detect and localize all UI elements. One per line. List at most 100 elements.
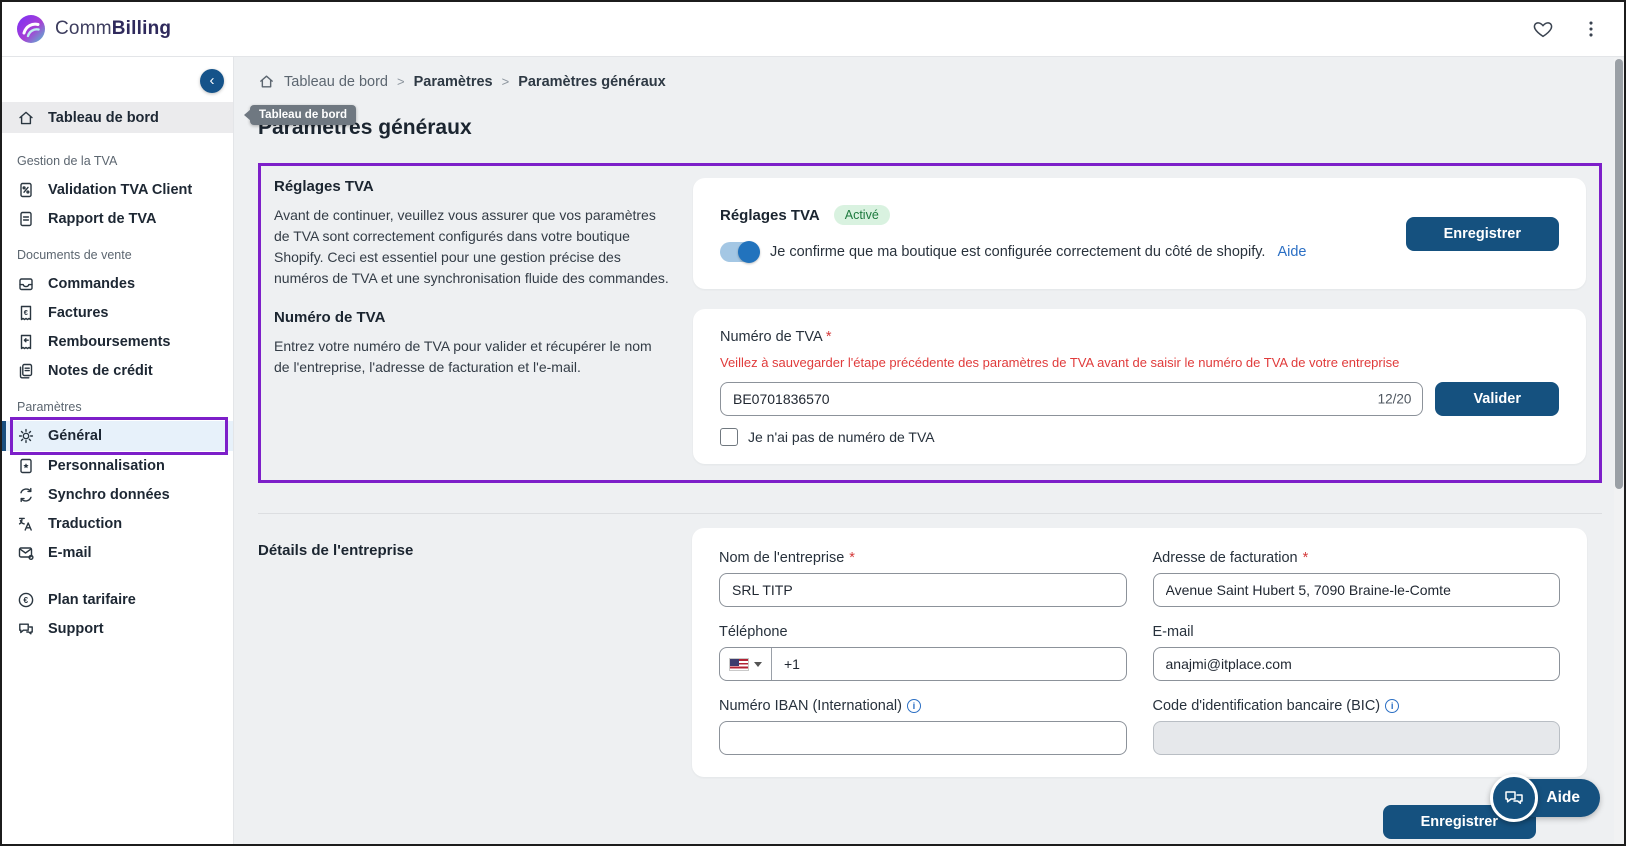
sidebar-item-label: Tableau de bord — [48, 110, 159, 126]
no-vat-label: Je n'ai pas de numéro de TVA — [748, 429, 935, 445]
reglages-tva-description-block: Réglages TVA Avant de continuer, veuille… — [274, 178, 669, 289]
iban-input[interactable] — [719, 721, 1127, 755]
vertical-scrollbar[interactable] — [1614, 58, 1624, 844]
sidebar-item-general[interactable]: Général — [2, 421, 233, 451]
breadcrumb-home-icon[interactable] — [258, 73, 275, 90]
invoice-euro-icon: € — [17, 304, 35, 322]
vat-validation-icon — [17, 181, 35, 199]
bic-input — [1153, 721, 1561, 755]
sidebar-item-dashboard[interactable]: Tableau de bord — [2, 102, 233, 133]
sidebar-section-title: Gestion de la TVA — [2, 139, 233, 175]
sidebar-section-title: Paramètres — [2, 385, 233, 421]
brand-name: CommBilling — [55, 18, 171, 40]
shopify-confirm-toggle[interactable] — [720, 242, 758, 262]
kebab-menu-icon[interactable] — [1580, 18, 1602, 40]
breadcrumb-separator: > — [397, 74, 405, 89]
scrollbar-thumb[interactable] — [1615, 59, 1623, 489]
shopify-help-link[interactable]: Aide — [1277, 244, 1306, 260]
sidebar-item-label: E-mail — [48, 545, 92, 561]
company-details-card: Nom de l'entreprise* Adresse de facturat… — [692, 528, 1587, 777]
sidebar-item-factures[interactable]: € Factures — [2, 298, 233, 327]
status-badge: Activé — [834, 205, 890, 225]
support-chat-icon — [17, 620, 35, 638]
save-tva-settings-button[interactable]: Enregistrer — [1406, 217, 1559, 251]
tva-annotation-box: Réglages TVA Avant de continuer, veuille… — [258, 163, 1602, 483]
required-mark: * — [826, 329, 832, 345]
chevron-left-icon: ‹ — [210, 72, 215, 89]
translate-icon — [17, 515, 35, 533]
bic-label: Code d'identification bancaire (BIC) — [1153, 698, 1561, 714]
sidebar-item-label: Validation TVA Client — [48, 182, 192, 198]
iban-info-icon[interactable] — [907, 699, 921, 713]
required-mark: * — [849, 550, 855, 566]
breadcrumb-separator: > — [502, 74, 510, 89]
orders-inbox-icon — [17, 275, 35, 293]
sidebar-item-remboursements[interactable]: Remboursements — [2, 327, 233, 356]
sidebar-section-title: Documents de vente — [2, 233, 233, 269]
sidebar-item-label: Rapport de TVA — [48, 211, 156, 227]
sidebar-item-validation-tva-client[interactable]: Validation TVA Client — [2, 175, 233, 204]
numero-tva-heading: Numéro de TVA — [274, 309, 669, 326]
phone-label: Téléphone — [719, 624, 1127, 640]
toggle-knob — [738, 241, 760, 263]
reglages-card-title: Réglages TVA — [720, 207, 820, 224]
numero-tva-card: Numéro de TVA * Veillez à sauvegarder l'… — [693, 309, 1586, 464]
chat-bubbles-icon — [1502, 786, 1526, 810]
sidebar-item-label: Support — [48, 621, 104, 637]
commbilling-logo-icon — [16, 14, 46, 44]
shopify-confirm-label: Je confirme que ma boutique est configur… — [770, 244, 1265, 260]
vat-number-input[interactable] — [720, 382, 1423, 416]
topbar: CommBilling — [2, 2, 1624, 57]
phone-input[interactable] — [772, 656, 1126, 672]
bic-info-icon[interactable] — [1385, 699, 1399, 713]
sidebar-item-notes-de-credit[interactable]: Notes de crédit — [2, 356, 233, 385]
vat-number-label: Numéro de TVA * — [720, 329, 1559, 345]
sidebar-tooltip: Tableau de bord — [250, 105, 356, 125]
vat-warning-text: Veillez à sauvegarder l'étape précédente… — [720, 355, 1559, 370]
svg-text:€: € — [24, 307, 29, 316]
company-name-label: Nom de l'entreprise* — [719, 550, 1127, 566]
breadcrumb: Tableau de bord > Paramètres > Paramètre… — [258, 73, 1612, 90]
reglages-tva-heading: Réglages TVA — [274, 178, 669, 195]
breadcrumb-current-page: Paramètres généraux — [518, 74, 666, 90]
us-flag-icon — [729, 658, 749, 671]
caret-down-icon — [754, 662, 762, 667]
company-details-section: Détails de l'entreprise Nom de l'entrepr… — [258, 528, 1612, 839]
sync-icon — [17, 486, 35, 504]
sidebar-item-traduction[interactable]: Traduction — [2, 509, 233, 538]
sidebar-item-personnalisation[interactable]: Personnalisation — [2, 451, 233, 480]
brand: CommBilling — [16, 14, 171, 44]
sidebar-item-email[interactable]: E-mail — [2, 538, 233, 567]
email-input[interactable] — [1153, 647, 1561, 681]
sidebar-item-rapport-tva[interactable]: Rapport de TVA — [2, 204, 233, 233]
billing-address-input[interactable] — [1153, 573, 1561, 607]
country-select[interactable] — [720, 648, 772, 680]
section-divider — [258, 513, 1602, 514]
phone-input-group — [719, 647, 1127, 681]
sidebar-item-label: Traduction — [48, 516, 122, 532]
validate-vat-button[interactable]: Valider — [1435, 382, 1559, 416]
no-vat-checkbox-row[interactable]: Je n'ai pas de numéro de TVA — [720, 428, 1559, 446]
company-details-heading: Détails de l'entreprise — [258, 528, 668, 839]
numero-tva-description: Entrez votre numéro de TVA pour valider … — [274, 336, 669, 378]
sidebar-item-synchro-donnees[interactable]: Synchro données — [2, 480, 233, 509]
favorite-heart-icon[interactable] — [1532, 18, 1554, 40]
email-label: E-mail — [1153, 624, 1561, 640]
credit-notes-icon — [17, 362, 35, 380]
sidebar-item-commandes[interactable]: Commandes — [2, 269, 233, 298]
company-name-input[interactable] — [719, 573, 1127, 607]
svg-text:€: € — [23, 595, 28, 605]
refund-icon — [17, 333, 35, 351]
customize-document-icon — [17, 457, 35, 475]
sidebar-item-plan-tarifaire[interactable]: € Plan tarifaire — [2, 585, 233, 614]
required-mark: * — [1303, 550, 1309, 566]
no-vat-checkbox[interactable] — [720, 428, 738, 446]
sidebar-item-label: Personnalisation — [48, 458, 165, 474]
breadcrumb-dashboard-link[interactable]: Tableau de bord — [284, 74, 388, 90]
app-window: CommBilling ‹ Tableau de bord Gestion — [0, 0, 1626, 846]
sidebar-collapse-button[interactable]: ‹ — [200, 69, 224, 93]
sidebar: ‹ Tableau de bord Gestion de la TVA Vali… — [2, 57, 234, 844]
breadcrumb-parametres-link[interactable]: Paramètres — [414, 74, 493, 90]
page-title: Paramètres généraux — [258, 116, 1612, 140]
sidebar-item-support[interactable]: Support — [2, 614, 233, 643]
